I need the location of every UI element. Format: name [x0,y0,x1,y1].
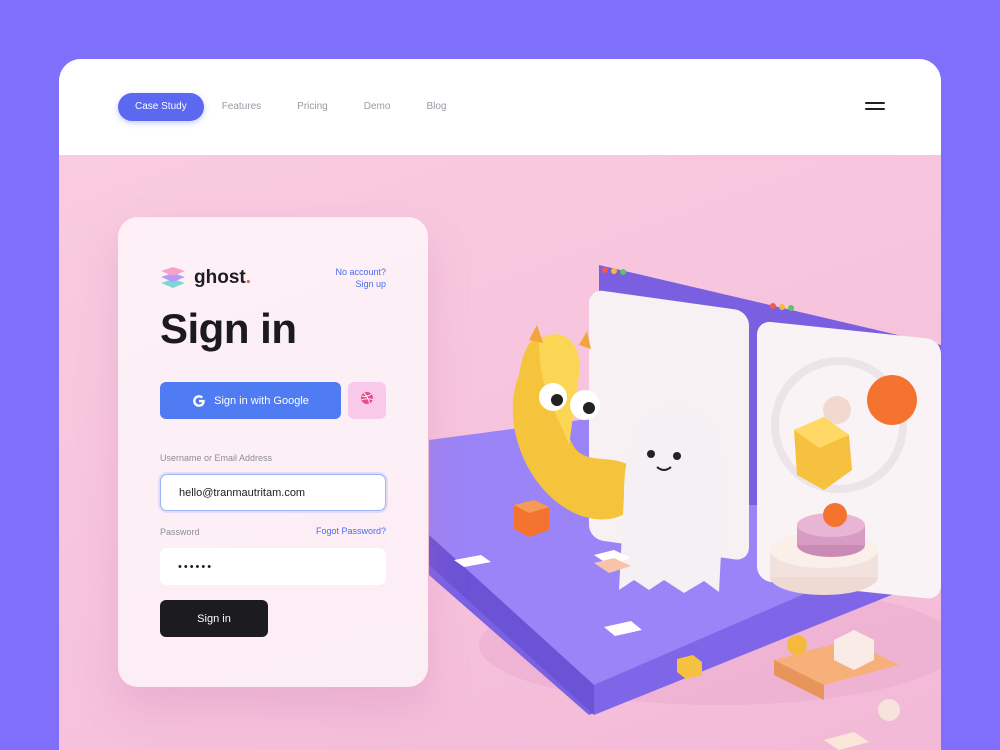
password-input[interactable] [160,548,386,585]
sign-up-link[interactable]: No account? Sign up [335,266,386,290]
nav-features[interactable]: Features [204,93,279,121]
page-title: Sign in [160,305,297,352]
google-g-icon [192,394,206,408]
username-label: Username or Email Address [160,453,273,463]
sign-in-button[interactable]: Sign in [160,600,268,637]
main-nav: Case Study Features Pricing Demo Blog [118,93,464,121]
hamburger-menu-icon[interactable] [865,102,885,112]
layers-logo-icon [160,267,186,289]
nav-pricing[interactable]: Pricing [279,93,346,121]
google-sign-in-button[interactable]: Sign in with Google [160,382,341,419]
top-nav-bar: Case Study Features Pricing Demo Blog [59,59,941,155]
nav-blog[interactable]: Blog [408,93,464,121]
hero-section: ghost. No account? Sign up Sign in Sign … [59,155,941,750]
login-card: ghost. No account? Sign up Sign in Sign … [118,217,428,687]
dribbble-icon [360,391,374,410]
forgot-password-link[interactable]: Fogot Password? [316,526,386,536]
password-label: Password [160,527,200,537]
illustration-3d [419,245,941,750]
dribbble-sign-in-button[interactable] [348,382,386,419]
username-input[interactable] [160,474,386,511]
nav-demo[interactable]: Demo [346,93,409,121]
brand: ghost. [160,267,251,289]
brand-name: ghost. [194,267,251,288]
app-frame: Case Study Features Pricing Demo Blog gh… [59,59,941,750]
nav-case-study[interactable]: Case Study [118,93,204,121]
